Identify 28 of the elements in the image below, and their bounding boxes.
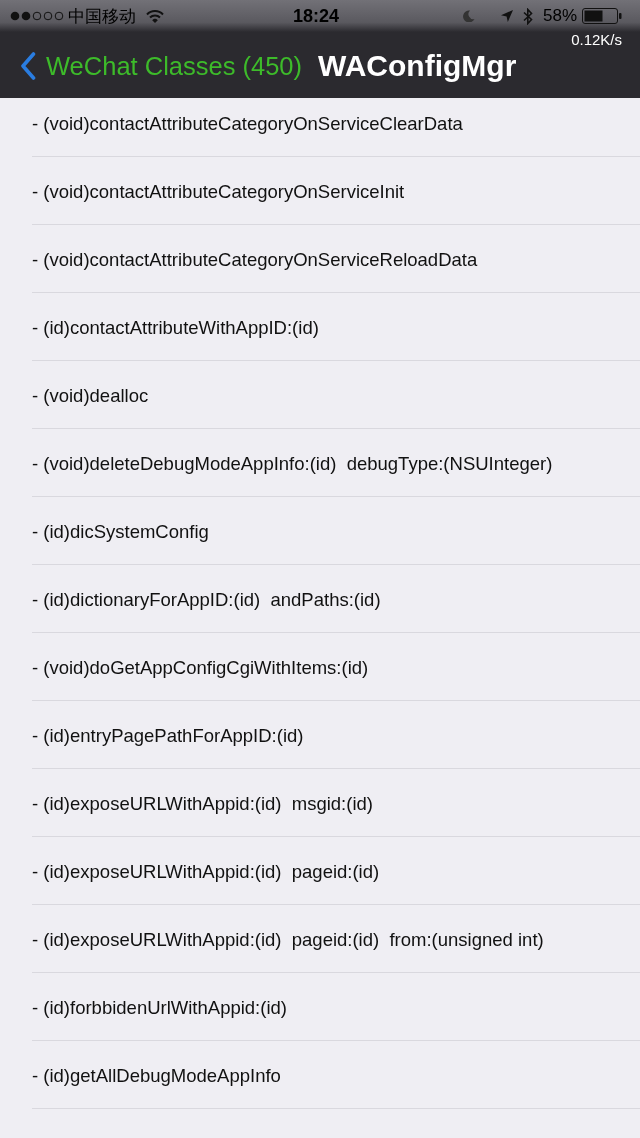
- battery-percentage: 58%: [542, 6, 577, 26]
- page-title: WAConfigMgr: [318, 49, 517, 83]
- carrier-name: 中国移动: [68, 5, 136, 28]
- method-row[interactable]: - (id)dicSystemConfig: [32, 497, 640, 565]
- method-row[interactable]: - (id)dictionaryForAppID:(id) andPaths:(id): [32, 565, 640, 633]
- method-row[interactable]: - (void)contactAttributeCategoryOnServiceClearData: [32, 98, 640, 157]
- signal-strength-icon: [10, 11, 64, 21]
- method-row[interactable]: - (id)contactAttributeWithAppID:(id): [32, 293, 640, 361]
- back-chevron-icon: [20, 52, 36, 80]
- method-row[interactable]: - (void)doGetAppConfigCgiWithItems:(id): [32, 633, 640, 701]
- moon-icon: [462, 10, 475, 22]
- method-row[interactable]: - (void)contactAttributeCategoryOnServiceReloadData: [32, 225, 640, 293]
- method-row[interactable]: - (id)exposeURLWithAppid:(id) msgid:(id): [32, 769, 640, 837]
- clock-time: 18:24: [292, 5, 339, 27]
- method-row[interactable]: - (void)deleteDebugModeAppInfo:(id) debugType:(NSUInteger): [32, 429, 640, 497]
- network-speed: 0.12K/s: [571, 32, 622, 48]
- method-row[interactable]: - (id)getAllDebugModeAppInfo: [32, 1041, 640, 1109]
- bluetooth-icon: [522, 7, 533, 25]
- wifi-icon: [146, 9, 164, 23]
- method-row[interactable]: - (id)exposeURLWithAppid:(id) pageid:(id): [32, 837, 640, 905]
- method-row[interactable]: - (id)entryPagePathForAppID:(id): [32, 701, 640, 769]
- location-arrow-icon: [500, 10, 513, 22]
- back-button[interactable]: WeChat Classes (450): [20, 51, 303, 81]
- method-row[interactable]: - (id)forbbidenUrlWithAppid:(id): [32, 973, 640, 1041]
- method-row[interactable]: - (void)dealloc: [32, 361, 640, 429]
- method-row[interactable]: - (void)contactAttributeCategoryOnServiceInit: [32, 157, 640, 225]
- method-row[interactable]: - (id)exposeURLWithAppid:(id) pageid:(id) from:(unsigned int): [32, 905, 640, 973]
- battery-icon: [582, 8, 622, 24]
